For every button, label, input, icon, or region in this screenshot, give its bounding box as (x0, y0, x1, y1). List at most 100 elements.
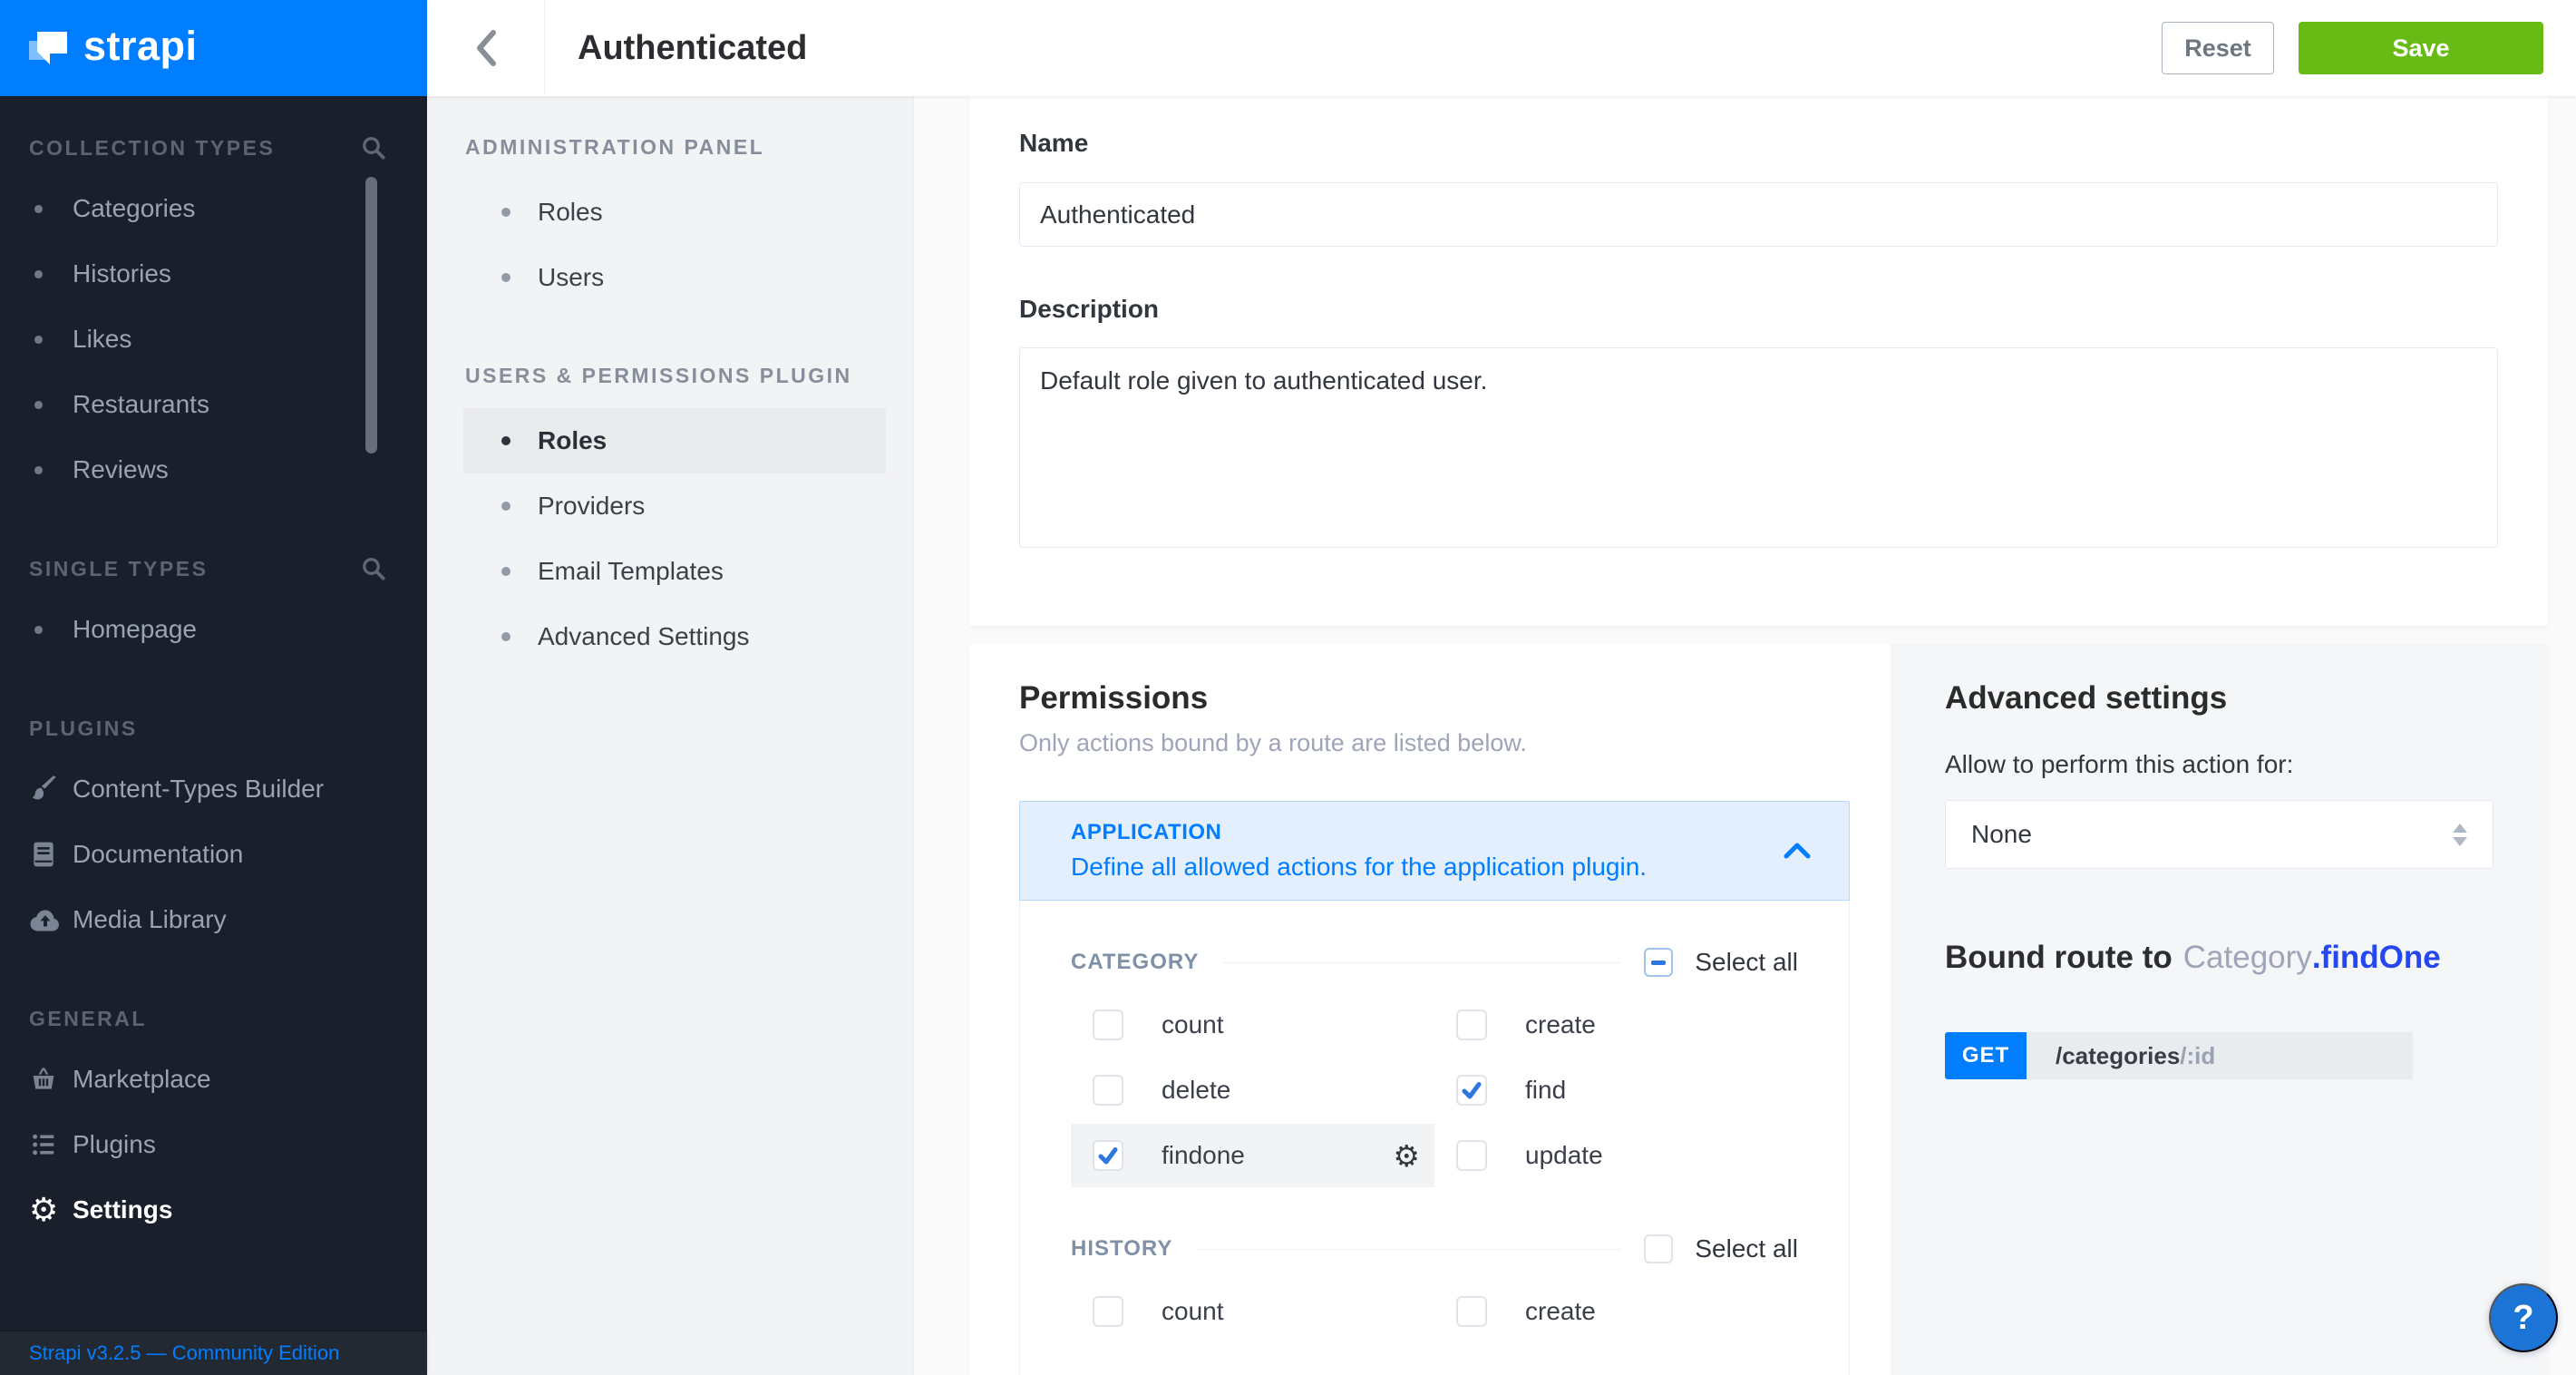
sidebar-item-marketplace[interactable]: Marketplace (0, 1047, 427, 1112)
subnav-item-label: Advanced Settings (538, 622, 750, 651)
sidebar-section-collection-types: COLLECTION TYPES (29, 132, 387, 163)
sidebar-item-content-types-builder[interactable]: Content-Types Builder (0, 756, 427, 822)
bullet-icon (501, 273, 510, 282)
bullet-icon (34, 270, 43, 278)
bound-route-model: Category (2183, 940, 2312, 975)
bullet-icon (501, 436, 510, 445)
subnav-item-label: Roles (538, 426, 607, 455)
action-label: create (1525, 1010, 1596, 1039)
bullet-icon (34, 205, 43, 213)
role-details-card: Name Description Default role given to a… (969, 96, 2548, 626)
route-path-param: /:id (2180, 1042, 2215, 1070)
sidebar-item-likes[interactable]: Likes (0, 307, 427, 372)
action-checkbox[interactable] (1093, 1296, 1123, 1327)
action-label: count (1162, 1297, 1224, 1326)
action-label: create (1525, 1297, 1596, 1326)
version-link[interactable]: Strapi v3.2.5 — Community Edition (29, 1341, 339, 1365)
permission-group-category: CATEGORYSelect allcountcreatedeletefindf… (1071, 948, 1798, 1187)
sidebar-item-categories[interactable]: Categories (0, 176, 427, 241)
subnav-item-administration-panel-roles[interactable]: Roles (463, 180, 886, 245)
action-checkbox[interactable] (1456, 1140, 1487, 1171)
subnav-item-users-permissions-plugin-providers[interactable]: Providers (463, 473, 886, 539)
permission-action-category-count[interactable]: count (1071, 993, 1434, 1057)
bullet-icon (34, 466, 43, 474)
sidebar-item-label: Categories (73, 194, 195, 223)
allow-action-select[interactable]: None (1945, 800, 2493, 869)
action-label: update (1525, 1141, 1603, 1170)
sidebar-item-label: Homepage (73, 615, 197, 644)
permission-action-category-update[interactable]: update (1434, 1124, 1798, 1187)
name-label: Name (1019, 129, 1088, 158)
subnav-item-label: Email Templates (538, 557, 724, 586)
sidebar-item-homepage[interactable]: Homepage (0, 597, 427, 662)
select-all-checkbox[interactable] (1644, 948, 1673, 977)
back-button[interactable] (427, 0, 545, 96)
action-checkbox[interactable] (1093, 1009, 1123, 1040)
search-icon[interactable] (360, 555, 387, 582)
sidebar-item-plugins[interactable]: Plugins (0, 1112, 427, 1177)
sidebar-item-reviews[interactable]: Reviews (0, 437, 427, 502)
topbar-actions: Reset Save (2162, 22, 2543, 74)
select-all-label: Select all (1695, 1234, 1798, 1263)
group-divider (1196, 1249, 1620, 1250)
basket-icon (29, 1065, 58, 1094)
subnav-item-label: Roles (538, 198, 603, 227)
permission-action-history-create[interactable]: create (1434, 1280, 1798, 1343)
help-button[interactable]: ? (2489, 1283, 2558, 1352)
action-checkbox[interactable] (1456, 1296, 1487, 1327)
strapi-admin-app: strapi COLLECTION TYPES Categories Histori… (0, 0, 2576, 1375)
sidebar-item-histories[interactable]: Histories (0, 241, 427, 307)
bullet-icon (501, 208, 510, 217)
bound-route-bar: GET /categories/:id (1945, 1032, 2413, 1079)
sidebar-item-settings[interactable]: ⚙Settings (0, 1177, 427, 1243)
sidebar-scrollbar[interactable] (365, 177, 377, 453)
save-button[interactable]: Save (2299, 22, 2543, 74)
application-accordion-header[interactable]: APPLICATION Define all allowed actions f… (1019, 801, 1850, 901)
action-label: count (1162, 1010, 1224, 1039)
action-checkbox[interactable] (1456, 1009, 1487, 1040)
sidebar-item-documentation[interactable]: Documentation (0, 822, 427, 887)
permission-action-history-count[interactable]: count (1071, 1280, 1434, 1343)
subnav-item-users-permissions-plugin-roles[interactable]: Roles (463, 408, 886, 473)
gear-icon[interactable]: ⚙ (1393, 1141, 1420, 1171)
permissions-card: Permissions Only actions bound by a rout… (969, 644, 2548, 1375)
bullet-icon (34, 626, 43, 634)
strapi-logo-icon (27, 27, 69, 69)
description-textarea[interactable]: Default role given to authenticated user… (1019, 347, 2498, 548)
search-icon[interactable] (360, 134, 387, 161)
application-plugin-name: APPLICATION (1071, 820, 1647, 845)
select-all-label: Select all (1695, 948, 1798, 977)
select-all-checkbox[interactable] (1644, 1234, 1673, 1263)
action-label: delete (1162, 1076, 1230, 1105)
action-checkbox[interactable] (1093, 1140, 1123, 1171)
route-path-base: /categories (2056, 1042, 2180, 1070)
subnav-item-administration-panel-users[interactable]: Users (463, 245, 886, 310)
sidebar-item-label: Documentation (73, 840, 243, 869)
reset-button[interactable]: Reset (2162, 22, 2274, 74)
permission-action-category-delete[interactable]: delete (1071, 1058, 1434, 1122)
topbar: Authenticated Reset Save (427, 0, 2576, 96)
permission-action-category-find[interactable]: find (1434, 1058, 1798, 1122)
action-checkbox[interactable] (1093, 1075, 1123, 1106)
strapi-logo[interactable]: strapi (0, 0, 427, 96)
permission-action-category-findone[interactable]: findone ⚙ (1071, 1124, 1434, 1187)
subnav-item-users-permissions-plugin-advanced-settings[interactable]: Advanced Settings (463, 604, 886, 669)
chevron-left-icon (474, 29, 498, 67)
permission-group-label: CATEGORY (1071, 950, 1199, 975)
name-input[interactable] (1019, 182, 2498, 247)
sidebar-item-media-library[interactable]: Media Library (0, 887, 427, 952)
sidebar-item-restaurants[interactable]: Restaurants (0, 372, 427, 437)
main-sidebar: strapi COLLECTION TYPES Categories Histori… (0, 0, 427, 1375)
action-checkbox[interactable] (1456, 1075, 1487, 1106)
bullet-icon (501, 567, 510, 576)
subnav-item-label: Providers (538, 492, 645, 521)
permissions-pane: Permissions Only actions bound by a rout… (969, 644, 1891, 1375)
action-label: findone (1162, 1141, 1245, 1170)
select-arrows-icon (2453, 824, 2467, 846)
subnav-item-users-permissions-plugin-email-templates[interactable]: Email Templates (463, 539, 886, 604)
book-icon (29, 839, 58, 870)
permission-action-category-create[interactable]: create (1434, 993, 1798, 1057)
permission-group-header: HISTORYSelect all (1071, 1234, 1798, 1263)
subnav-section-administration-panel: ADMINISTRATION PANEL (465, 131, 886, 163)
gear-icon: ⚙ (29, 1194, 58, 1226)
